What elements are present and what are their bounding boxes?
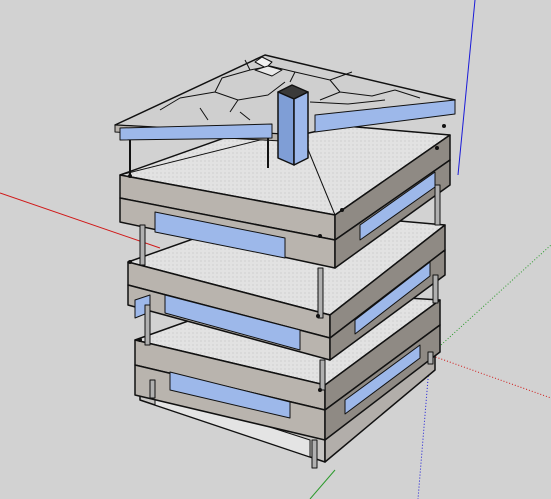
central-shaft — [277, 84, 309, 166]
blue-axis — [457, 0, 476, 176]
green-axis-dotted — [429, 244, 551, 356]
green-axis — [309, 469, 336, 499]
model-viewport[interactable] — [0, 0, 551, 499]
scene-canvas[interactable] — [0, 0, 551, 499]
red-axis-dotted — [429, 354, 551, 399]
building-model[interactable] — [114, 54, 456, 469]
